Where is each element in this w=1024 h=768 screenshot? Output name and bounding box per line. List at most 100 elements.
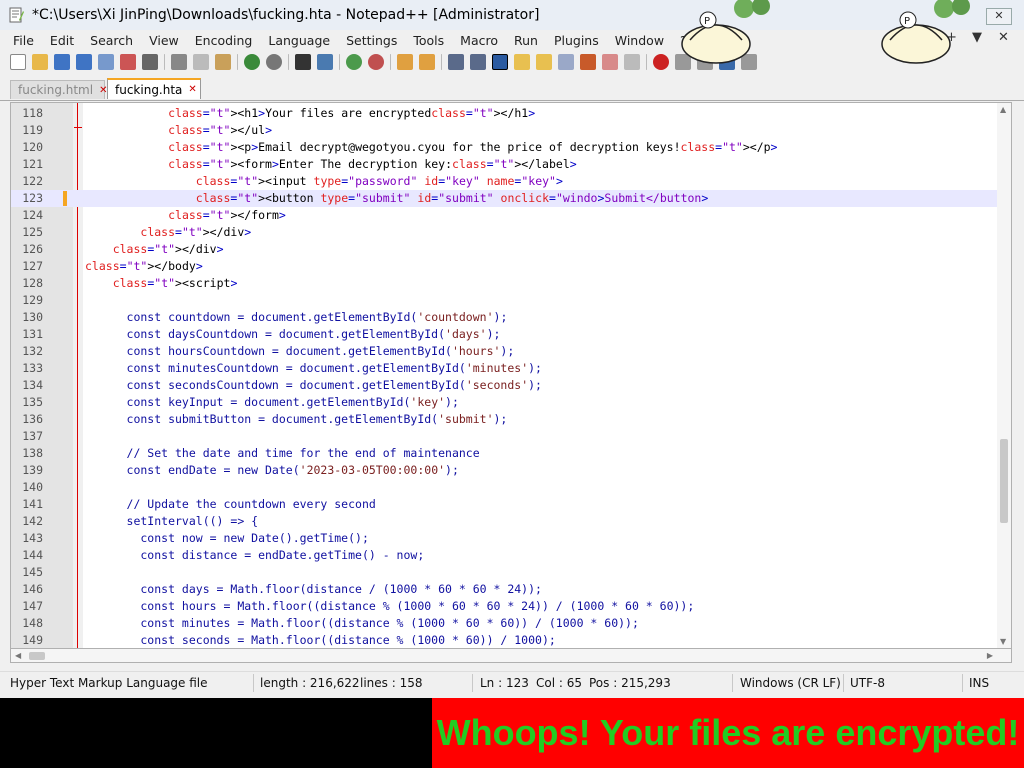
code-line[interactable]: 142 setInterval(() => { — [11, 513, 1001, 530]
line-number: 123 — [22, 191, 43, 205]
line-number: 119 — [22, 123, 43, 137]
status-eol[interactable]: Windows (CR LF) — [740, 672, 841, 694]
menu-encoding[interactable]: Encoding — [187, 33, 261, 48]
save-icon[interactable] — [54, 54, 70, 70]
code-line[interactable]: 132 const hoursCountdown = document.getE… — [11, 343, 1001, 360]
line-number: 135 — [22, 395, 43, 409]
menu-search[interactable]: Search — [82, 33, 141, 48]
code-line[interactable]: 146 const days = Math.floor(distance / (… — [11, 581, 1001, 598]
tab-fucking-html[interactable]: fucking.html ✕ — [10, 80, 107, 99]
record-macro-icon[interactable] — [653, 54, 669, 70]
code-line[interactable]: 141 // Update the countdown every second — [11, 496, 1001, 513]
scroll-up-icon[interactable]: ▲ — [1000, 105, 1006, 114]
code-line[interactable]: 133 const minutesCountdown = document.ge… — [11, 360, 1001, 377]
new-file-icon[interactable] — [10, 54, 26, 70]
view-icon[interactable] — [624, 54, 640, 70]
code-line[interactable]: 119 class="t"></ul> — [11, 122, 1001, 139]
code-line[interactable]: 121 class="t"><form>Enter The decryption… — [11, 156, 1001, 173]
folder-workspace-icon[interactable] — [580, 54, 596, 70]
sync-vertical-icon[interactable] — [397, 54, 413, 70]
scroll-down-icon[interactable]: ▼ — [1000, 637, 1006, 646]
show-all-chars-icon[interactable] — [470, 54, 486, 70]
cut-icon[interactable] — [171, 54, 187, 70]
menu-edit[interactable]: Edit — [42, 33, 82, 48]
code-line[interactable]: 148 const minutes = Math.floor((distance… — [11, 615, 1001, 632]
menu-run[interactable]: Run — [506, 33, 546, 48]
code-line[interactable]: 138 // Set the date and time for the end… — [11, 445, 1001, 462]
menu-macro[interactable]: Macro — [452, 33, 506, 48]
open-file-icon[interactable] — [32, 54, 48, 70]
function-list-icon[interactable] — [558, 54, 574, 70]
menu-settings[interactable]: Settings — [338, 33, 405, 48]
print-icon[interactable] — [142, 54, 158, 70]
code-line[interactable]: 149 const seconds = Math.floor((distance… — [11, 632, 1001, 648]
bag-mascot-icon: P — [681, 0, 770, 64]
menu-plugins[interactable]: Plugins — [546, 33, 607, 48]
status-encoding[interactable]: UTF-8 — [850, 672, 885, 694]
menu-language[interactable]: Language — [260, 33, 338, 48]
code-line[interactable]: 120 class="t"><p>Email decrypt@wegotyou.… — [11, 139, 1001, 156]
scroll-left-icon[interactable]: ◀ — [15, 651, 21, 660]
menu-file[interactable]: File — [0, 33, 42, 48]
horizontal-scroll-thumb[interactable] — [29, 652, 45, 660]
menu-window[interactable]: Window — [607, 33, 672, 48]
close-window-button[interactable]: ✕ — [986, 8, 1012, 25]
code-line[interactable]: 145 — [11, 564, 1001, 581]
code-line[interactable]: 122 class="t"><input type="password" id=… — [11, 173, 1001, 190]
code-line[interactable]: 139 const endDate = new Date('2023-03-05… — [11, 462, 1001, 479]
vertical-scroll-thumb[interactable] — [1000, 439, 1008, 523]
code-text: const minutesCountdown = document.getEle… — [85, 361, 542, 375]
code-line[interactable]: 140 — [11, 479, 1001, 496]
code-text: const secondsCountdown = document.getEle… — [85, 378, 542, 392]
code-text: // Set the date and time for the end of … — [85, 446, 480, 460]
code-lines: 118 class="t"><h1>Your files are encrypt… — [11, 105, 1001, 648]
close-doc-button[interactable]: ✕ — [998, 30, 1009, 50]
code-line[interactable]: 129 — [11, 292, 1001, 309]
indent-guide-icon[interactable] — [492, 54, 508, 70]
code-editor[interactable]: 118 class="t"><h1>Your files are encrypt… — [10, 102, 1012, 649]
code-line[interactable]: 124 class="t"></form> — [11, 207, 1001, 224]
find-icon[interactable] — [295, 54, 311, 70]
menu-tools[interactable]: Tools — [405, 33, 452, 48]
status-insert-mode[interactable]: INS — [969, 672, 989, 694]
code-line[interactable]: 136 const submitButton = document.getEle… — [11, 411, 1001, 428]
word-wrap-icon[interactable] — [448, 54, 464, 70]
code-line[interactable]: 143 const now = new Date().getTime(); — [11, 530, 1001, 547]
close-all-icon[interactable] — [120, 54, 136, 70]
zoom-out-icon[interactable] — [368, 54, 384, 70]
code-line[interactable]: 128 class="t"><script> — [11, 275, 1001, 292]
menu-view[interactable]: View — [141, 33, 187, 48]
redo-icon[interactable] — [266, 54, 282, 70]
tab-close-icon[interactable]: ✕ — [188, 84, 196, 95]
vertical-scrollbar[interactable]: ▲ ▼ — [997, 103, 1011, 648]
code-line[interactable]: 125 class="t"></div> — [11, 224, 1001, 241]
replace-icon[interactable] — [317, 54, 333, 70]
code-line[interactable]: 126 class="t"></div> — [11, 241, 1001, 258]
code-line[interactable]: 123 class="t"><button type="submit" id="… — [11, 190, 1001, 207]
close-icon[interactable] — [98, 54, 114, 70]
save-all-icon[interactable] — [76, 54, 92, 70]
code-line[interactable]: 130 const countdown = document.getElemen… — [11, 309, 1001, 326]
monitoring-icon[interactable] — [602, 54, 618, 70]
code-line[interactable]: 127 class="t"></body> — [11, 258, 1001, 275]
paste-icon[interactable] — [215, 54, 231, 70]
code-line[interactable]: 137 — [11, 428, 1001, 445]
code-line[interactable]: 135 const keyInput = document.getElement… — [11, 394, 1001, 411]
toolbar-separator — [237, 54, 238, 70]
zoom-in-icon[interactable] — [346, 54, 362, 70]
code-line[interactable]: 118 class="t"><h1>Your files are encrypt… — [11, 105, 1001, 122]
code-line[interactable]: 131 const daysCountdown = document.getEl… — [11, 326, 1001, 343]
code-text: const keyInput = document.getElementById… — [85, 395, 459, 409]
code-line[interactable]: 144 const distance = endDate.getTime() -… — [11, 547, 1001, 564]
user-language-icon[interactable] — [514, 54, 530, 70]
sync-horizontal-icon[interactable] — [419, 54, 435, 70]
code-line[interactable]: 134 const secondsCountdown = document.ge… — [11, 377, 1001, 394]
undo-icon[interactable] — [244, 54, 260, 70]
code-line[interactable]: 147 const hours = Math.floor((distance %… — [11, 598, 1001, 615]
line-number: 131 — [22, 327, 43, 341]
scroll-right-icon[interactable]: ▶ — [987, 651, 993, 660]
copy-icon[interactable] — [193, 54, 209, 70]
tab-fucking-hta[interactable]: fucking.hta ✕ — [107, 78, 201, 99]
doc-map-icon[interactable] — [536, 54, 552, 70]
horizontal-scrollbar[interactable]: ◀ ▶ — [10, 649, 1012, 663]
